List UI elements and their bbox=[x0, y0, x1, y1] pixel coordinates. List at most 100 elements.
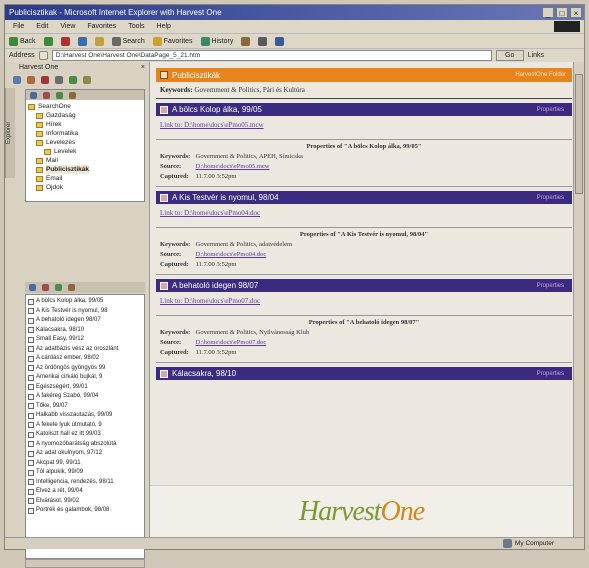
document-checkbox-icon[interactable] bbox=[28, 422, 34, 429]
document-checkbox-icon[interactable] bbox=[28, 308, 34, 315]
document-checkbox-icon[interactable] bbox=[28, 450, 34, 457]
document-list-item[interactable]: A bölcs Kolop álka, 99/05 bbox=[28, 297, 142, 307]
history-button[interactable]: History bbox=[200, 36, 233, 46]
document-list-item[interactable]: Halkabb visszautazás, 99/09 bbox=[28, 411, 142, 421]
capture-icon[interactable] bbox=[27, 76, 35, 84]
doc-properties-link[interactable]: Properties bbox=[537, 283, 564, 289]
document-list-item[interactable]: Intelligencia, rendezés, 98/11 bbox=[28, 478, 142, 488]
menu-help[interactable]: Help bbox=[157, 23, 171, 30]
close-button[interactable]: × bbox=[570, 7, 582, 18]
doc-toggle-icon[interactable] bbox=[160, 193, 168, 202]
menu-edit[interactable]: Edit bbox=[36, 23, 48, 30]
source-link[interactable]: D:\home\docs\ePmo04.doc bbox=[196, 251, 267, 258]
document-checkbox-icon[interactable] bbox=[28, 412, 34, 419]
doc-file-link[interactable]: Link to: D:\home\docs\ePmo04.doc bbox=[160, 209, 568, 217]
document-checkbox-icon[interactable] bbox=[28, 469, 34, 476]
menu-tools[interactable]: Tools bbox=[128, 23, 144, 30]
folder-toggle-icon[interactable] bbox=[160, 71, 168, 79]
document-checkbox-icon[interactable] bbox=[28, 441, 34, 448]
document-checkbox-icon[interactable] bbox=[28, 384, 34, 391]
menu-view[interactable]: View bbox=[60, 23, 75, 30]
list-open-icon[interactable] bbox=[29, 284, 36, 291]
document-checkbox-icon[interactable] bbox=[28, 479, 34, 486]
document-checkbox-icon[interactable] bbox=[28, 498, 34, 505]
document-list-item[interactable]: A fekete lyuk útmutató, 9 bbox=[28, 421, 142, 431]
tree-item-ojdok[interactable]: Ojdok bbox=[28, 183, 142, 192]
document-checkbox-icon[interactable] bbox=[28, 393, 34, 400]
content-vertical-scrollbar[interactable] bbox=[573, 62, 584, 537]
document-list-item[interactable]: Egészségért, 99/01 bbox=[28, 383, 142, 393]
document-list-item[interactable]: A fakéreg Szabó, 99/04 bbox=[28, 392, 142, 402]
tree-item-hirek[interactable]: Hírek bbox=[28, 120, 142, 129]
stop-button[interactable] bbox=[60, 36, 70, 46]
tree-rename-icon[interactable] bbox=[56, 91, 63, 99]
doc-file-link[interactable]: Link to: D:\home\docs\ePmo07.doc bbox=[160, 297, 568, 305]
tree-item-mail[interactable]: Mail bbox=[28, 156, 142, 165]
document-list-item[interactable]: A cárdász ember, 98/02 bbox=[28, 354, 142, 364]
tree-item-searchone[interactable]: SearchOne bbox=[28, 102, 142, 111]
document-checkbox-icon[interactable] bbox=[28, 298, 34, 305]
forward-button[interactable] bbox=[43, 36, 53, 46]
search-button[interactable]: Search bbox=[111, 36, 145, 46]
tree-item-publicisztikak[interactable]: Publicisztikák bbox=[28, 165, 142, 174]
source-link[interactable]: D:\home\docs\ePmo05.mcw bbox=[196, 163, 270, 170]
document-list-item[interactable]: Az adat okulnyom, 97/12 bbox=[28, 449, 142, 459]
document-checkbox-icon[interactable] bbox=[28, 403, 34, 410]
doc-toggle-icon[interactable] bbox=[160, 281, 168, 290]
address-input[interactable]: D:\Harvest One\Harvest One\DataPage_5_21… bbox=[51, 50, 492, 61]
document-list-item[interactable]: Tőke, 99/07 bbox=[28, 402, 142, 412]
explorer-vertical-tab[interactable]: Explorer bbox=[5, 88, 15, 178]
tree-item-email[interactable]: Email bbox=[28, 174, 142, 183]
document-checkbox-icon[interactable] bbox=[28, 317, 34, 324]
document-list-item[interactable]: Elvárásol, 99/02 bbox=[28, 497, 142, 507]
home-button[interactable] bbox=[94, 36, 104, 46]
maximize-button[interactable]: □ bbox=[556, 7, 568, 18]
document-list-item[interactable]: A Kis Testvér is nyomul, 98 bbox=[28, 307, 142, 317]
tree-item-levelek[interactable]: Levelek bbox=[28, 147, 142, 156]
links-button[interactable]: Links bbox=[528, 52, 544, 59]
document-list-item[interactable]: Az ördöngös gyöngyös 99 bbox=[28, 364, 142, 374]
doc-toggle-icon[interactable] bbox=[160, 369, 168, 378]
tree-add-icon[interactable] bbox=[30, 91, 37, 99]
mail-button[interactable] bbox=[241, 36, 251, 46]
minimize-button[interactable]: _ bbox=[542, 7, 554, 18]
document-list-item[interactable]: Az adatbázis vész az oroszlánt bbox=[28, 345, 142, 355]
document-checkbox-icon[interactable] bbox=[28, 460, 34, 467]
document-list-item[interactable]: Akcpat 99, 99/11 bbox=[28, 459, 142, 469]
document-checkbox-icon[interactable] bbox=[28, 355, 34, 362]
go-button[interactable]: Go bbox=[495, 50, 524, 61]
document-list-item[interactable]: Amerikai cirkáló bujkál, 9 bbox=[28, 373, 142, 383]
tree-item-levelezes[interactable]: Levelezés bbox=[28, 138, 142, 147]
doc-file-link[interactable]: Link to: D:\home\docs\ePmo05.mcw bbox=[160, 121, 568, 129]
search-pane-icon[interactable] bbox=[69, 76, 77, 84]
favorites-button[interactable]: Favorites bbox=[152, 36, 193, 46]
menu-favorites[interactable]: Favorites bbox=[87, 23, 116, 30]
delete-icon[interactable] bbox=[41, 76, 49, 84]
list-filter-icon[interactable] bbox=[68, 284, 75, 291]
document-checkbox-icon[interactable] bbox=[28, 346, 34, 353]
tree-item-gazdasag[interactable]: Gazdaság bbox=[28, 111, 142, 120]
document-list-item[interactable]: Katoliszt hall ez itt 99/03 bbox=[28, 430, 142, 440]
document-checkbox-icon[interactable] bbox=[28, 327, 34, 334]
document-checkbox-icon[interactable] bbox=[28, 365, 34, 372]
properties-icon[interactable] bbox=[55, 76, 63, 84]
document-list-item[interactable]: Élvez a rét, 99/04 bbox=[28, 487, 142, 497]
document-list-item[interactable]: Kálacsakra, 98/10 bbox=[28, 326, 142, 336]
doc-toggle-icon[interactable] bbox=[160, 105, 168, 114]
back-button[interactable]: Back bbox=[9, 36, 36, 46]
tree-remove-icon[interactable] bbox=[43, 91, 50, 99]
document-list-item[interactable]: Small Easy, 99/12 bbox=[28, 335, 142, 345]
document-checkbox-icon[interactable] bbox=[28, 431, 34, 438]
document-checkbox-icon[interactable] bbox=[28, 374, 34, 381]
doc-properties-link[interactable]: Properties bbox=[537, 371, 564, 377]
doc-properties-link[interactable]: Properties bbox=[537, 195, 564, 201]
new-folder-icon[interactable] bbox=[13, 76, 21, 84]
document-checkbox-icon[interactable] bbox=[28, 507, 34, 514]
print-button[interactable] bbox=[258, 36, 268, 46]
help-icon[interactable] bbox=[83, 76, 91, 84]
list-delete-icon[interactable] bbox=[42, 284, 49, 291]
source-link[interactable]: D:\home\docs\ePmo07.doc bbox=[196, 339, 267, 346]
tree-up-icon[interactable] bbox=[69, 91, 76, 99]
scrollbar-thumb[interactable] bbox=[575, 74, 583, 194]
document-list-item[interactable]: A nyomozóbarátság abszolútá bbox=[28, 440, 142, 450]
